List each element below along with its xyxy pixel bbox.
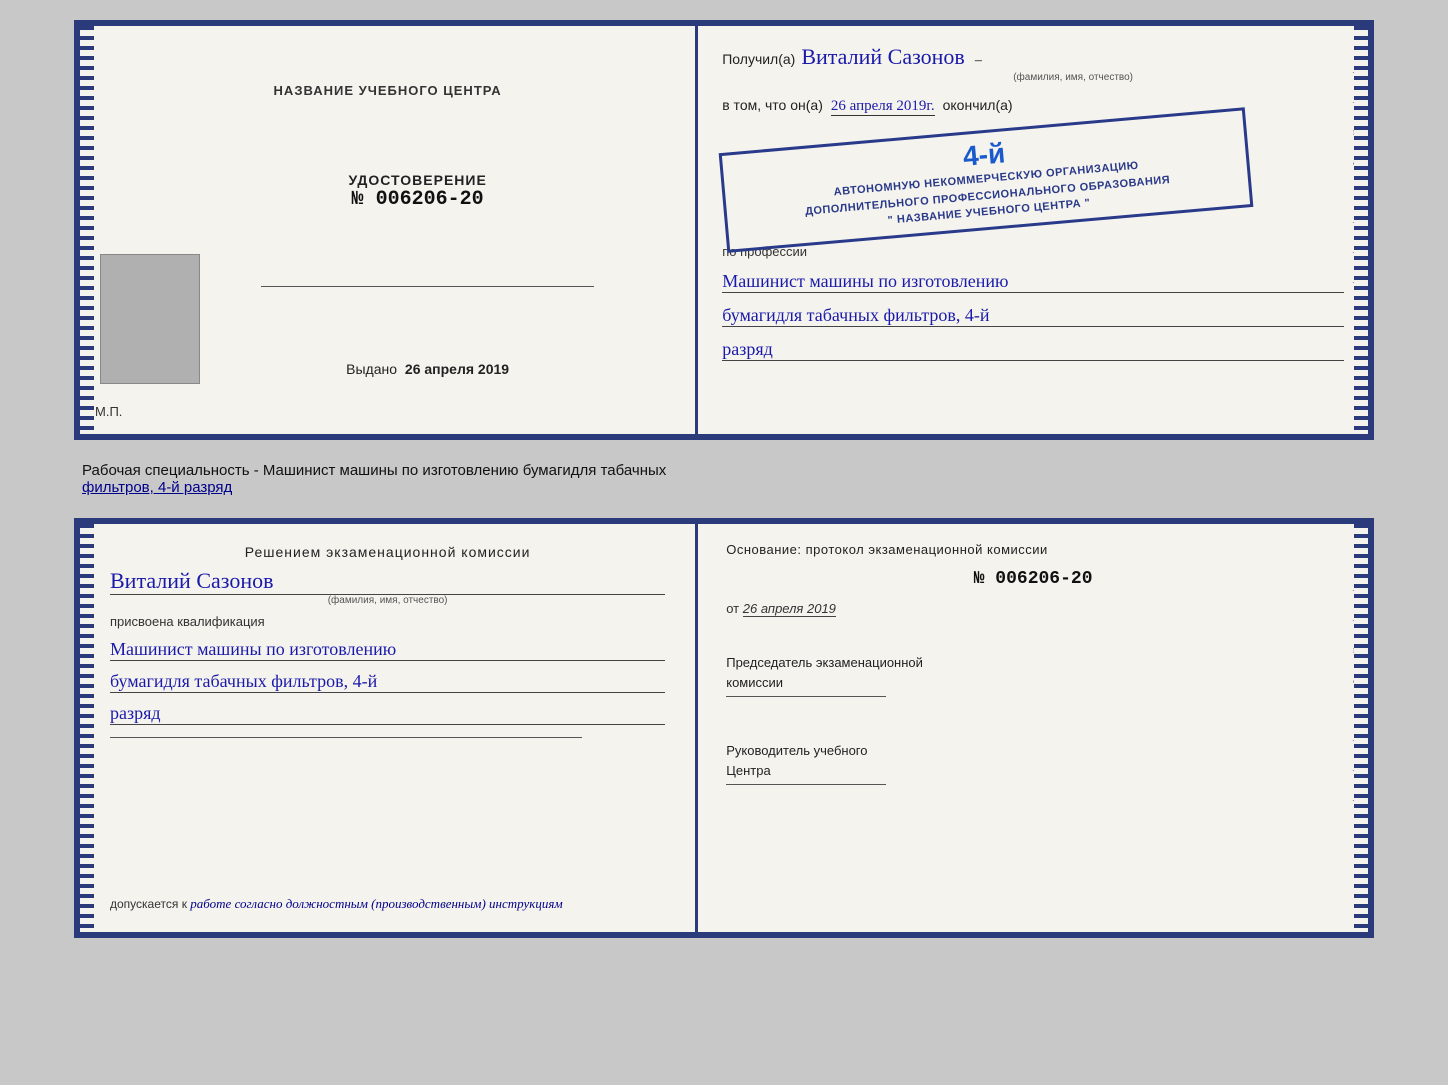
prisvoena-text: присвоена квалификация [110, 614, 665, 629]
rukovoditel-signature-line [726, 784, 886, 785]
vydano-prefix: Выдано [346, 361, 397, 377]
poluchil-row: Получил(а) Виталий Сазонов – [722, 44, 1344, 70]
vydano-date: 26 апреля 2019 [405, 361, 509, 377]
bottom-document: Решением экзаменационной комиссии Витали… [74, 518, 1374, 938]
middle-text-block: Рабочая специальность - Машинист машины … [74, 458, 1374, 500]
predsedatel-line2: комиссии [726, 675, 783, 690]
school-name-label: НАЗВАНИЕ УЧЕБНОГО ЦЕНТРА [274, 83, 502, 98]
poluchil-prefix: Получил(а) [722, 51, 795, 67]
stamp-block: 4-й АВТОНОМНУЮ НЕКОММЕРЧЕСКУЮ ОРГАНИЗАЦИ… [719, 107, 1254, 252]
profession-line2: бумагидля табачных фильтров, 4-й [722, 305, 1344, 327]
top-document: НАЗВАНИЕ УЧЕБНОГО ЦЕНТРА УДОСТОВЕРЕНИЕ №… [74, 20, 1374, 440]
dopuskaetsya-prefix: допускается к [110, 897, 187, 911]
rukovoditel-line1: Руководитель учебного [726, 743, 867, 758]
photo-placeholder [100, 254, 200, 384]
top-doc-left-panel: НАЗВАНИЕ УЧЕБНОГО ЦЕНТРА УДОСТОВЕРЕНИЕ №… [80, 26, 698, 434]
ot-date: 26 апреля 2019 [743, 601, 836, 617]
dopuskaetsya-row: допускается к работе согласно должностны… [110, 896, 665, 912]
middle-text-line2: фильтров, 4-й разряд [82, 479, 232, 496]
protocol-number: № 006206-20 [726, 569, 1340, 589]
bottom-fio-handwritten: Виталий Сазонов [110, 568, 665, 595]
vtom-row: в том, что он(а) 26 апреля 2019г. окончи… [722, 97, 1344, 116]
rukovoditel-block: Руководитель учебного Центра [726, 741, 1340, 789]
rukovoditel-line2: Центра [726, 763, 770, 778]
bottom-qual-line3: разряд [110, 703, 665, 725]
bottom-qual-line1: Машинист машины по изготовлению [110, 639, 665, 661]
bottom-doc-right-panel: Основание: протокол экзаменационной коми… [698, 524, 1368, 932]
right-border-decoration [1354, 26, 1368, 434]
bottom-doc-left-panel: Решением экзаменационной комиссии Витали… [80, 524, 698, 932]
predsedatel-signature-line [726, 696, 886, 697]
resheniem-text: Решением экзаменационной комиссии [110, 544, 665, 560]
vtom-prefix: в том, что он(а) [722, 97, 823, 113]
fio-sub-top: (фамилия, имя, отчество) [802, 72, 1344, 83]
mp-label: М.П. [95, 404, 122, 419]
middle-text-line1: Рабочая специальность - Машинист машины … [82, 462, 666, 479]
ot-date-row: от 26 апреля 2019 [726, 601, 1340, 617]
okonchil: окончил(а) [943, 97, 1013, 113]
profession-line3: разряд [722, 339, 1344, 361]
udostoverenie-number: № 006206-20 [348, 188, 486, 211]
ot-prefix: от [726, 601, 739, 616]
bottom-fio-sub: (фамилия, имя, отчество) [110, 595, 665, 606]
po-professii-label: по профессии [722, 244, 1344, 259]
bottom-qual-line2: бумагидля табачных фильтров, 4-й [110, 671, 665, 693]
osnov-text: Основание: протокол экзаменационной коми… [726, 542, 1340, 557]
predsedatel-block: Председатель экзаменационной комиссии [726, 653, 1340, 701]
vydano-line: Выдано 26 апреля 2019 [346, 361, 509, 377]
fio-handwritten: Виталий Сазонов [801, 44, 964, 70]
bottom-right-border-decoration [1354, 524, 1368, 932]
predsedatel-line1: Председатель экзаменационной [726, 655, 923, 670]
dash: – [975, 53, 982, 69]
vtom-date: 26 апреля 2019г. [831, 98, 935, 116]
profession-line1: Машинист машины по изготовлению [722, 271, 1344, 293]
bottom-fio-row: Виталий Сазонов (фамилия, имя, отчество) [110, 568, 665, 606]
top-doc-right-panel: Получил(а) Виталий Сазонов – (фамилия, и… [698, 26, 1368, 434]
udostoverenie-label: УДОСТОВЕРЕНИЕ [348, 172, 486, 188]
bottom-left-border-decoration [80, 524, 94, 932]
dopuskaetsya-text: работе согласно должностным (производств… [190, 896, 562, 911]
